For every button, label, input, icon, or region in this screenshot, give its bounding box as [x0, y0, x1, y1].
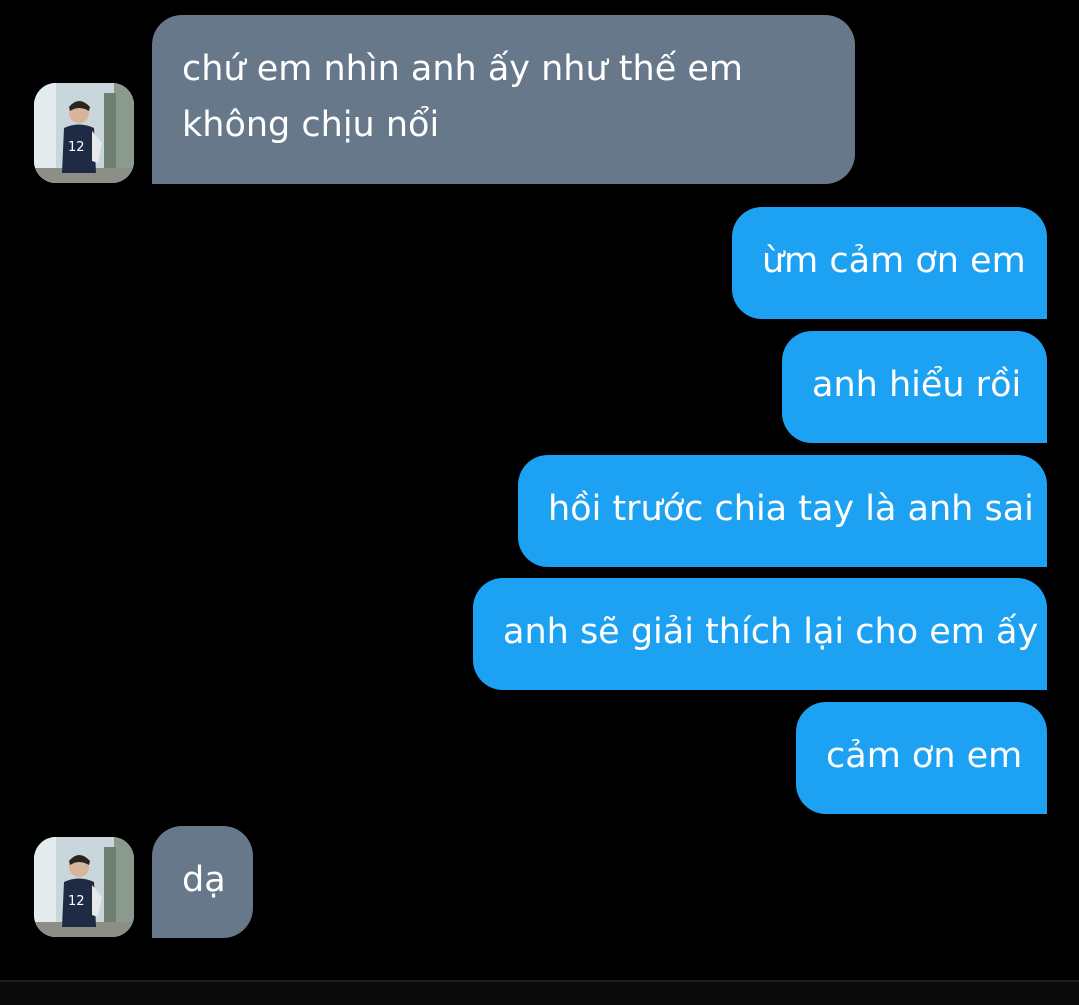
avatar-photo-icon: 12 — [34, 837, 134, 937]
contact-avatar[interactable]: 12 — [34, 837, 134, 937]
message-bubble-outgoing[interactable]: ừm cảm ơn em — [732, 207, 1047, 319]
message-text: anh sẽ giải thích lại cho em ấy — [503, 612, 1039, 652]
bottom-bar — [0, 980, 1079, 1005]
message-bubble-incoming[interactable]: chứ em nhìn anh ấy như thế em không chịu… — [152, 15, 855, 184]
message-bubble-outgoing[interactable]: hồi trước chia tay là anh sai — [518, 455, 1047, 567]
message-text: cảm ơn em — [826, 736, 1023, 776]
message-text-line: chứ em nhìn anh ấy như thế em — [182, 49, 743, 89]
message-bubble-outgoing[interactable]: anh hiểu rồi — [782, 331, 1047, 443]
message-text: ừm cảm ơn em — [762, 241, 1026, 281]
avatar-photo-icon: 12 — [34, 83, 134, 183]
message-text-line: không chịu nổi — [182, 105, 440, 145]
message-text: hồi trước chia tay là anh sai — [548, 489, 1034, 529]
message-text: anh hiểu rồi — [812, 365, 1022, 405]
message-bubble-outgoing[interactable]: anh sẽ giải thích lại cho em ấy — [473, 578, 1047, 690]
message-bubble-incoming[interactable]: dạ — [152, 826, 253, 938]
message-bubble-outgoing[interactable]: cảm ơn em — [796, 702, 1047, 814]
svg-text:12: 12 — [68, 894, 85, 909]
contact-avatar[interactable]: 12 — [34, 83, 134, 183]
message-text: dạ — [182, 860, 226, 900]
conversation-thread: 12 chứ em nhìn anh ấy như thế em không c… — [0, 0, 1079, 1005]
svg-text:12: 12 — [68, 140, 85, 155]
